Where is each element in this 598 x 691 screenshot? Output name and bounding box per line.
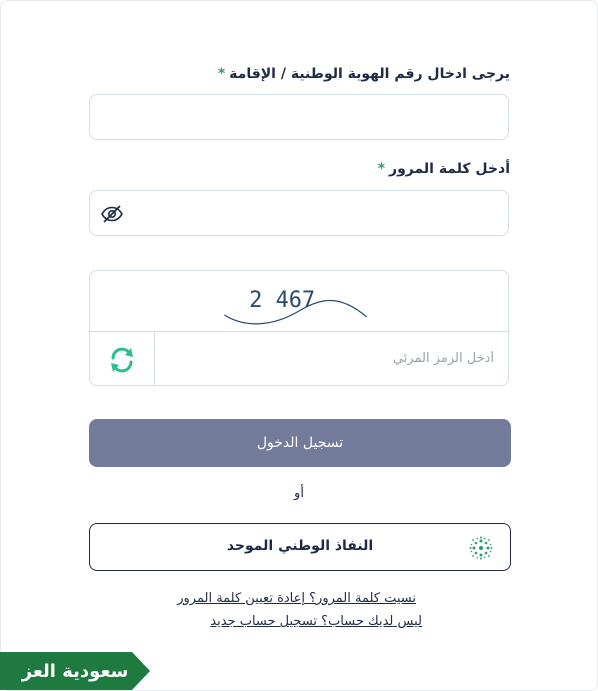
eye-off-icon[interactable] — [100, 202, 124, 226]
password-label-text: أدخل كلمة المرور — [389, 161, 510, 177]
password-field[interactable] — [89, 190, 509, 236]
id-input[interactable] — [89, 94, 509, 140]
captcha-box: 2 467 — [89, 270, 509, 386]
or-separator: أو — [294, 486, 304, 501]
brand-logo-text: سعودية العز — [21, 660, 129, 682]
nafath-login-button[interactable]: النفاذ الوطني الموحد — [89, 523, 511, 571]
required-mark: * — [377, 161, 386, 177]
captcha-image: 2 467 — [224, 288, 368, 325]
captcha-refresh-button[interactable] — [90, 332, 155, 385]
register-link[interactable]: ليس لديك حساب؟ تسجيل حساب جديد — [210, 614, 422, 629]
required-mark: * — [217, 66, 226, 82]
password-label: أدخل كلمة المرور* — [378, 161, 510, 177]
captcha-text: 2 467 — [249, 288, 315, 313]
nafath-label: النفاذ الوطني الموحد — [226, 538, 374, 554]
forgot-password-link[interactable]: نسيت كلمة المرور؟ إعادة تعيين كلمة المرو… — [177, 591, 416, 606]
login-button[interactable]: تسجيل الدخول — [89, 419, 511, 467]
captcha-input[interactable] — [156, 332, 508, 385]
refresh-icon — [111, 347, 133, 372]
nafath-logo-icon — [469, 536, 493, 560]
id-label: يرجى ادخال رقم الهوية الوطنية / الإقامة* — [218, 66, 510, 82]
id-label-text: يرجى ادخال رقم الهوية الوطنية / الإقامة — [229, 66, 510, 82]
brand-logo: سعودية العز — [0, 652, 150, 690]
